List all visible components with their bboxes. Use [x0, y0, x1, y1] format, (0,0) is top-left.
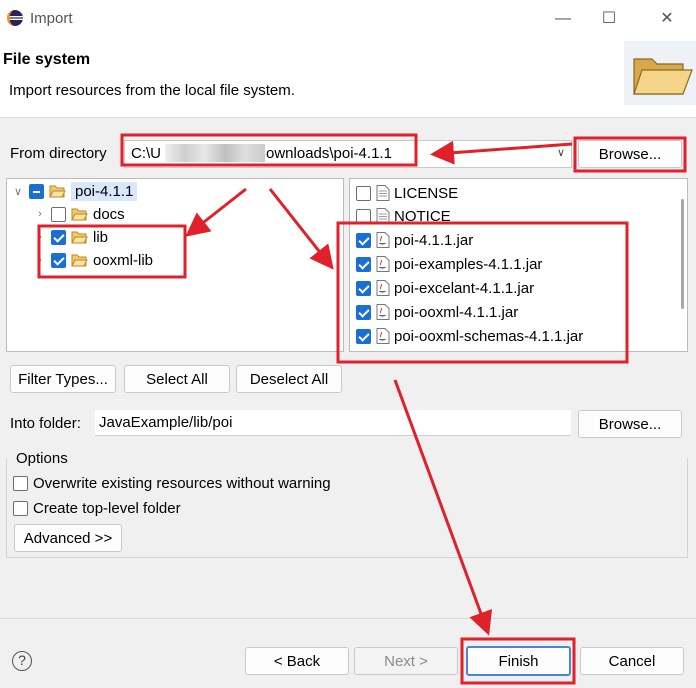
title-bar: Import — ☐ ✕	[0, 0, 696, 38]
jar-file-icon	[376, 232, 390, 248]
file-label: poi-4.1.1.jar	[394, 231, 474, 249]
open-folder-icon	[49, 185, 66, 197]
minimize-button[interactable]: —	[548, 5, 578, 33]
file-label: LICENSE	[394, 184, 459, 202]
overwrite-option[interactable]: Overwrite existing resources without war…	[13, 472, 331, 494]
file-item-license[interactable]: LICENSE	[356, 182, 458, 204]
jar-file-icon	[376, 304, 390, 320]
file-item-jar[interactable]: poi-ooxml-4.1.1.jar	[356, 301, 518, 323]
chevron-down-icon[interactable]: ∨	[11, 185, 25, 198]
redacted-path-segment	[165, 144, 265, 162]
close-button[interactable]: ✕	[652, 5, 682, 33]
text-file-icon	[376, 185, 390, 201]
create-top-level-label: Create top-level folder	[33, 499, 181, 517]
deselect-all-button[interactable]: Deselect All	[236, 365, 342, 393]
file-checkbox[interactable]	[356, 232, 371, 248]
file-checkbox[interactable]	[356, 256, 371, 272]
tree-lib-label: lib	[93, 228, 109, 246]
into-folder-browse-button[interactable]: Browse...	[578, 410, 682, 438]
jar-file-icon	[376, 328, 390, 344]
file-item-jar[interactable]: poi-4.1.1.jar	[356, 229, 473, 251]
chevron-right-icon[interactable]: ›	[33, 254, 47, 266]
jar-file-icon	[376, 280, 390, 296]
cancel-button[interactable]: Cancel	[580, 647, 684, 675]
maximize-button[interactable]: ☐	[594, 5, 624, 33]
from-directory-value: C:\U	[131, 145, 161, 162]
file-checkbox[interactable]	[356, 328, 371, 344]
from-directory-browse-button[interactable]: Browse...	[578, 140, 682, 168]
file-list: LICENSE NOTICE poi-4.1.1.jar poi-example…	[349, 178, 688, 352]
tree-root-label: poi-4.1.1	[71, 181, 138, 201]
chevron-down-icon[interactable]: ∨	[557, 146, 565, 159]
from-directory-combo[interactable]: C:\U ownloads\poi-4.1.1 ∨	[124, 140, 572, 168]
help-icon[interactable]: ?	[12, 651, 32, 671]
create-top-level-option[interactable]: Create top-level folder	[13, 497, 181, 519]
file-item-jar[interactable]: poi-ooxml-schemas-4.1.1.jar	[356, 325, 583, 347]
file-label: poi-examples-4.1.1.jar	[394, 255, 543, 273]
folder-icon	[71, 231, 88, 243]
into-folder-label: Into folder:	[10, 415, 81, 432]
from-directory-value-start: C:\U	[131, 145, 161, 162]
window-title: Import	[30, 10, 73, 27]
tree-item-root[interactable]: ∨ poi-4.1.1	[11, 180, 138, 202]
tree-docs-label: docs	[93, 205, 125, 223]
folder-icon	[71, 208, 88, 220]
tree-lib-checkbox[interactable]	[51, 229, 66, 245]
options-title: Options	[14, 450, 70, 467]
into-folder-input[interactable]: JavaExample/lib/poi	[95, 410, 571, 436]
tree-docs-checkbox[interactable]	[51, 206, 66, 222]
finish-button[interactable]: Finish	[466, 646, 571, 676]
tree-item-lib[interactable]: › lib	[33, 226, 108, 248]
wizard-banner: File system Import resources from the lo…	[0, 38, 696, 118]
file-list-scrollbar[interactable]	[681, 199, 684, 309]
folder-tree: ∨ poi-4.1.1 › docs › lib › ooxml-lib	[6, 178, 344, 352]
tree-item-ooxml-lib[interactable]: › ooxml-lib	[33, 249, 153, 271]
advanced-button[interactable]: Advanced >>	[14, 524, 122, 552]
from-directory-label: From directory	[10, 145, 107, 162]
chevron-right-icon[interactable]: ›	[33, 208, 47, 220]
file-checkbox[interactable]	[356, 280, 371, 296]
footer-separator	[0, 618, 696, 619]
tree-ooxml-lib-label: ooxml-lib	[93, 251, 154, 269]
file-checkbox[interactable]	[356, 304, 371, 320]
page-title: File system	[3, 51, 91, 68]
filter-types-button[interactable]: Filter Types...	[10, 365, 116, 393]
overwrite-label: Overwrite existing resources without war…	[33, 474, 331, 492]
jar-file-icon	[376, 256, 390, 272]
file-label: poi-excelant-4.1.1.jar	[394, 279, 535, 297]
tree-item-docs[interactable]: › docs	[33, 203, 125, 225]
file-item-jar[interactable]: poi-excelant-4.1.1.jar	[356, 277, 534, 299]
folder-banner-icon	[624, 41, 696, 105]
next-button[interactable]: Next >	[354, 647, 458, 675]
tree-root-checkbox[interactable]	[29, 183, 44, 199]
text-file-icon	[376, 208, 390, 224]
file-checkbox[interactable]	[356, 208, 371, 224]
chevron-right-icon[interactable]: ›	[33, 231, 47, 243]
create-top-level-checkbox[interactable]	[13, 500, 28, 516]
file-label: NOTICE	[394, 207, 451, 225]
file-checkbox[interactable]	[356, 185, 371, 201]
file-label: poi-ooxml-4.1.1.jar	[394, 303, 519, 321]
file-item-jar[interactable]: poi-examples-4.1.1.jar	[356, 253, 542, 275]
eclipse-icon	[7, 10, 23, 26]
folder-icon	[71, 254, 88, 266]
back-button[interactable]: < Back	[245, 647, 349, 675]
select-all-button[interactable]: Select All	[124, 365, 230, 393]
overwrite-checkbox[interactable]	[13, 475, 28, 491]
from-directory-value-end: ownloads\poi-4.1.1	[266, 145, 392, 162]
tree-ooxml-lib-checkbox[interactable]	[51, 252, 66, 268]
file-label: poi-ooxml-schemas-4.1.1.jar	[394, 327, 584, 345]
file-item-notice[interactable]: NOTICE	[356, 205, 451, 227]
page-description: Import resources from the local file sys…	[9, 82, 295, 99]
into-folder-value: JavaExample/lib/poi	[99, 414, 233, 431]
